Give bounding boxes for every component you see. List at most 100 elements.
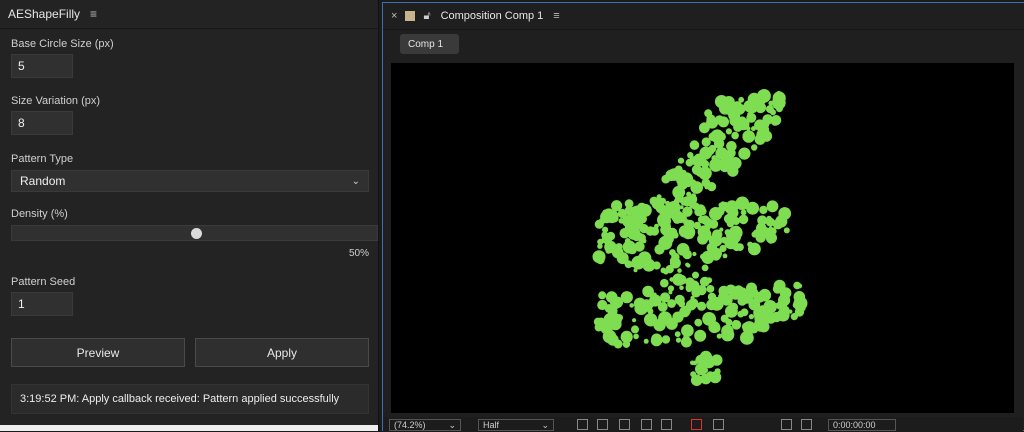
pattern-dot: [671, 231, 679, 239]
pattern-dot: [718, 116, 729, 128]
pattern-dot: [692, 360, 698, 366]
panel-menu-icon[interactable]: ≡: [553, 10, 559, 22]
pattern-dot: [657, 213, 671, 227]
pattern-dot: [770, 116, 780, 126]
pattern-dot: [668, 290, 673, 295]
pattern-dot: [709, 158, 723, 172]
pattern-dot: [748, 314, 754, 320]
composition-viewer[interactable]: [391, 63, 1014, 413]
pattern-dot: [697, 330, 706, 338]
pattern-dot: [677, 158, 683, 164]
pattern-dot: [702, 250, 713, 262]
base-circle-size-input[interactable]: 5: [11, 54, 73, 78]
pattern-dot: [680, 200, 687, 206]
pattern-dot: [742, 130, 755, 143]
zoom-select[interactable]: (74.2%) ⌄: [389, 419, 461, 431]
pattern-dot: [764, 122, 770, 128]
pattern-dot: [753, 317, 768, 332]
pattern-dot: [706, 277, 713, 284]
pattern-dot: [660, 278, 669, 288]
pattern-dot: [707, 292, 717, 302]
close-icon[interactable]: ×: [391, 10, 397, 22]
pattern-dot: [598, 291, 607, 300]
panel-tab[interactable]: AEShapeFilly ≡: [8, 7, 97, 21]
pattern-dot: [691, 158, 700, 166]
pattern-dot: [622, 340, 631, 348]
pattern-dot: [685, 285, 693, 293]
pattern-dot: [701, 161, 705, 166]
pattern-dot: [692, 251, 697, 257]
pattern-dot: [708, 132, 718, 142]
pattern-dot: [606, 312, 614, 320]
transparency-grid-icon[interactable]: [597, 419, 608, 430]
pattern-dot: [597, 299, 608, 311]
guides-icon[interactable]: [661, 419, 672, 430]
camera-icon[interactable]: [781, 419, 792, 430]
pattern-dot: [634, 301, 648, 315]
pattern-dot: [624, 218, 630, 225]
pattern-dot: [629, 261, 636, 268]
show-snapshot-icon[interactable]: [801, 419, 812, 430]
timecode-field[interactable]: 0:00:00:00: [828, 419, 896, 431]
pattern-dot: [665, 317, 678, 330]
viewer-toolbar: (74.2%) ⌄ Half ⌄ 0:00:00:00: [383, 417, 1023, 432]
density-slider-thumb[interactable]: [191, 228, 202, 239]
pattern-dot: [765, 105, 774, 114]
pattern-dot: [601, 231, 609, 239]
mask-visibility-icon[interactable]: [619, 419, 630, 430]
pattern-seed-input[interactable]: 1: [11, 292, 73, 316]
pattern-dot: [749, 288, 759, 298]
pattern-dot: [681, 170, 687, 175]
pattern-dot: [660, 267, 667, 274]
panel-menu-icon[interactable]: ≡: [90, 7, 97, 21]
resolution-select[interactable]: Half ⌄: [478, 419, 554, 431]
pattern-dot: [793, 281, 801, 290]
pattern-dot: [633, 333, 639, 340]
pattern-dot: [775, 215, 788, 228]
pattern-dot: [753, 306, 767, 320]
pattern-dot: [624, 238, 631, 244]
pattern-dot: [765, 217, 775, 227]
pattern-dot: [629, 303, 634, 308]
pattern-dot: [666, 203, 675, 211]
zoom-value: (74.2%): [394, 420, 426, 430]
pattern-dot: [674, 294, 685, 305]
pattern-dot: [643, 338, 649, 344]
pattern-dot: [608, 215, 614, 222]
pattern-dot: [660, 224, 672, 236]
region-of-interest-icon[interactable]: [577, 419, 588, 430]
pattern-dot: [746, 201, 760, 215]
chevron-down-icon: ⌄: [351, 175, 360, 187]
pattern-dot: [761, 216, 767, 222]
pattern-dot: [709, 374, 717, 381]
pattern-dot: [647, 308, 654, 315]
pattern-dot: [759, 205, 768, 215]
lock-icon[interactable]: 🔓︎: [423, 10, 430, 23]
pattern-dot: [783, 227, 790, 234]
color-channel-icon[interactable]: [691, 419, 702, 430]
pattern-dot: [687, 152, 694, 159]
pattern-dot: [672, 273, 685, 286]
pattern-dot: [632, 318, 637, 323]
exposure-icon[interactable]: [713, 419, 724, 430]
chevron-down-icon: ⌄: [448, 419, 456, 430]
density-value: 50%: [348, 248, 369, 259]
pattern-dot: [738, 96, 745, 103]
pattern-dot: [768, 100, 774, 106]
pattern-dot: [682, 206, 693, 217]
tab-comp-1[interactable]: Comp 1: [400, 34, 459, 54]
pattern-dot: [720, 236, 728, 244]
pattern-dot: [725, 128, 732, 135]
apply-button[interactable]: Apply: [195, 338, 369, 367]
density-slider[interactable]: [11, 225, 378, 241]
preview-button[interactable]: Preview: [11, 338, 185, 367]
density-label: Density (%): [11, 208, 68, 220]
grid-icon[interactable]: [641, 419, 652, 430]
pattern-seed-label: Pattern Seed: [11, 276, 76, 288]
pattern-type-select[interactable]: Random ⌄: [11, 170, 369, 192]
pattern-dot: [665, 265, 674, 274]
pattern-dot: [740, 209, 747, 216]
pattern-dot: [694, 318, 702, 326]
pattern-dot: [773, 279, 786, 292]
size-variation-input[interactable]: 8: [11, 111, 73, 135]
